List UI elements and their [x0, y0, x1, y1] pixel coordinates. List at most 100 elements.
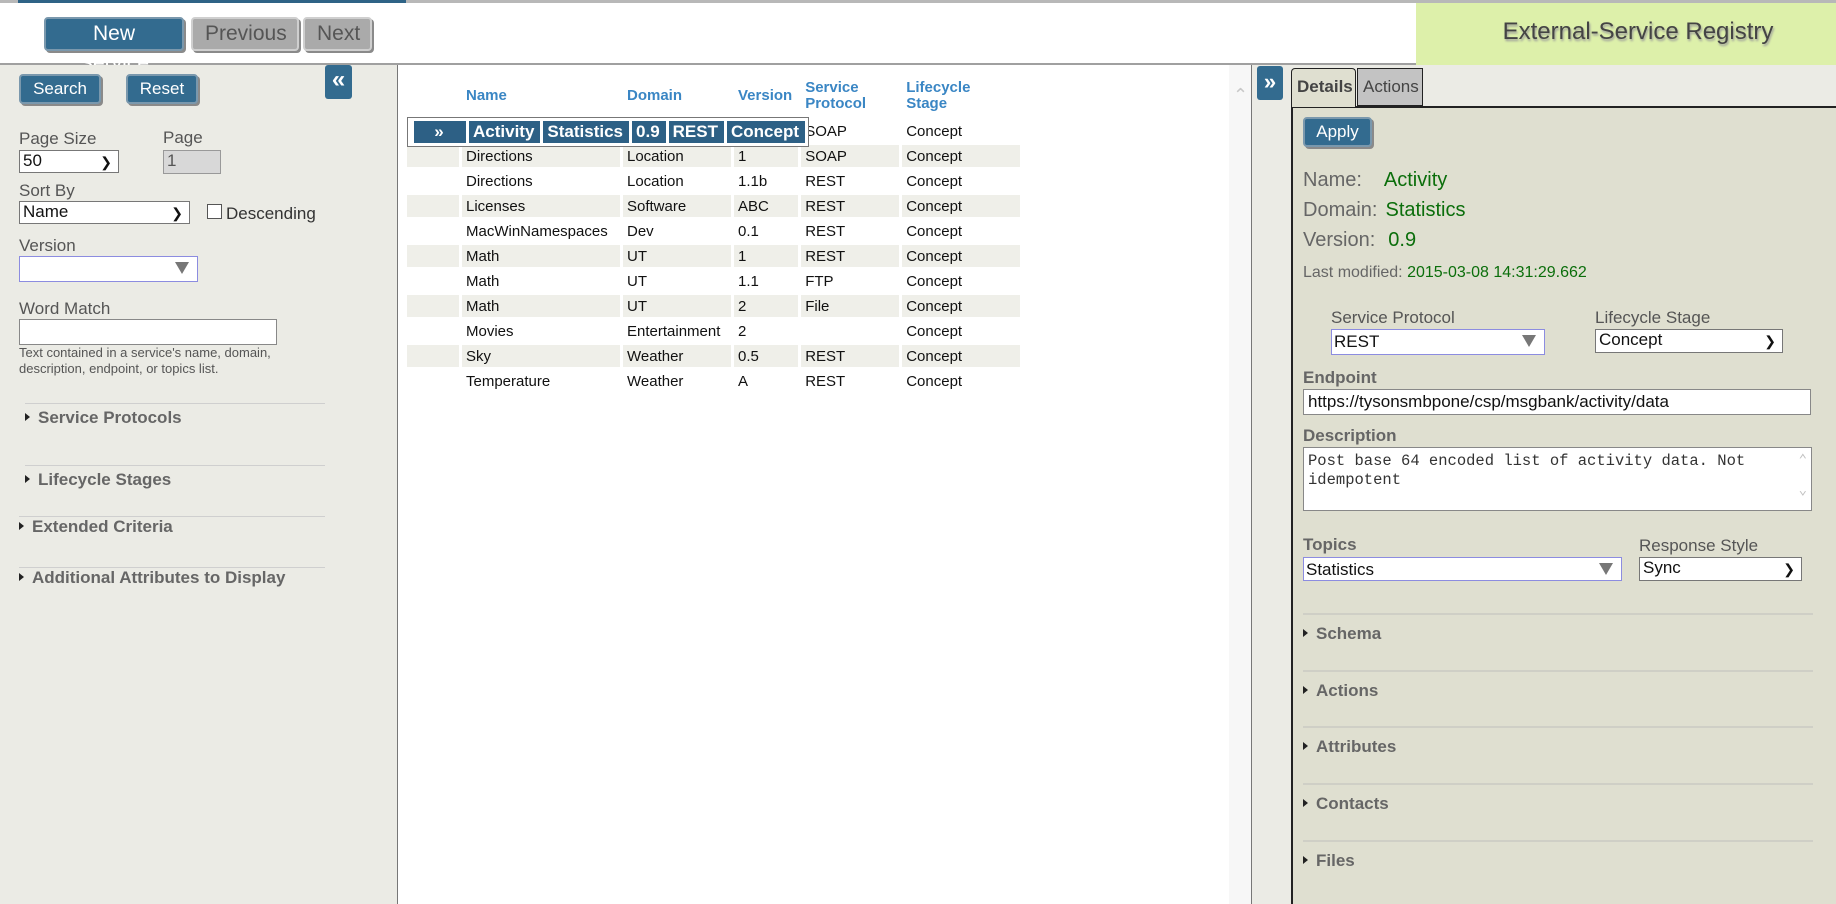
app-title-banner: External-Service Registry — [1416, 3, 1836, 65]
lifecycle-stages-toggle[interactable]: Lifecycle Stages — [25, 470, 171, 490]
additional-attributes-toggle[interactable]: Additional Attributes to Display — [19, 568, 285, 588]
files-section[interactable]: Files — [1303, 840, 1813, 870]
cell-protocol: REST — [668, 121, 724, 143]
cell-domain: UT — [623, 295, 731, 317]
files-toggle[interactable]: Files — [1303, 851, 1355, 871]
word-match-input[interactable] — [19, 319, 277, 345]
table-row[interactable]: Temperature Weather A REST Concept — [407, 370, 1020, 392]
collapse-filters-icon[interactable]: « — [325, 65, 352, 99]
table-row[interactable]: Sky Weather 0.5 REST Concept — [407, 345, 1021, 367]
table-row[interactable]: Directions Location 1 SOAP Concept — [407, 145, 1021, 167]
chevron-down-icon: ❯ — [1764, 333, 1776, 349]
lifecycle-stage-label: Lifecycle Stage — [1595, 308, 1711, 327]
page-size-value: 50 — [23, 151, 42, 170]
table-row[interactable]: Math UT 1 REST Concept — [407, 245, 1021, 267]
extended-criteria-section[interactable]: Extended Criteria — [19, 516, 325, 536]
expand-details-icon[interactable]: » — [1257, 66, 1283, 100]
caret-right-icon — [25, 474, 30, 483]
response-style-label: Response Style — [1639, 536, 1759, 555]
column-header-domain[interactable]: Domain — [623, 78, 731, 114]
column-header-lifecycle-stage[interactable]: Lifecycle Stage — [902, 78, 1020, 114]
version-combobox[interactable] — [19, 256, 198, 282]
pane-divider — [1251, 65, 1291, 904]
list-scrollbar[interactable]: ⌃ — [1229, 65, 1251, 904]
detail-domain: Domain: Statistics — [1303, 199, 1466, 222]
description-label: Description — [1303, 426, 1397, 445]
table-row[interactable]: MacWinNamespaces Dev 0.1 REST Concept — [407, 220, 1020, 242]
detail-name: Name: Activity — [1303, 169, 1447, 192]
cell-domain: Location — [623, 145, 731, 167]
page-size-select[interactable]: 50 ❯ — [19, 150, 119, 173]
table-header-row: Name Domain Version Service Protocol Lif… — [407, 78, 1020, 114]
cell-version: 1.1 — [738, 272, 759, 290]
new-service-button[interactable]: New Service — [44, 17, 184, 75]
last-modified-value: 2015-03-08 14:31:29.662 — [1407, 264, 1587, 281]
tab-details[interactable]: Details — [1291, 68, 1356, 107]
descending-checkbox[interactable] — [207, 204, 222, 219]
scroll-down-icon[interactable]: ⌄ — [1799, 482, 1807, 501]
topics-value: Statistics — [1306, 560, 1375, 579]
sort-by-select[interactable]: Name ❯ — [19, 201, 190, 224]
service-protocol-combobox[interactable]: REST — [1331, 329, 1545, 355]
attributes-toggle[interactable]: Attributes — [1303, 737, 1396, 757]
sort-by-value: Name — [23, 202, 69, 221]
table-row-selected[interactable]: » Activity Statistics 0.9 REST Concept — [407, 117, 809, 147]
actions-toggle[interactable]: Actions — [1303, 681, 1378, 701]
topics-label: Topics — [1303, 535, 1357, 554]
schema-toggle[interactable]: Schema — [1303, 624, 1381, 644]
scroll-up-icon[interactable]: ⌃ — [1233, 85, 1248, 106]
section-title: Files — [1316, 851, 1355, 870]
section-title: Additional Attributes to Display — [32, 568, 286, 587]
contacts-toggle[interactable]: Contacts — [1303, 794, 1389, 814]
schema-section[interactable]: Schema — [1303, 613, 1813, 643]
description-textarea[interactable]: Post base 64 encoded list of activity da… — [1303, 447, 1812, 511]
name-label: Name: — [1303, 169, 1362, 191]
cell-stage: Concept — [902, 345, 1021, 367]
extended-criteria-toggle[interactable]: Extended Criteria — [19, 517, 173, 537]
cell-name: Math — [462, 295, 620, 317]
section-title: Attributes — [1316, 737, 1397, 756]
dropdown-triangle-icon — [175, 262, 189, 274]
service-protocols-section[interactable]: Service Protocols — [25, 403, 325, 427]
scroll-up-icon[interactable]: ⌃ — [1799, 452, 1807, 471]
lifecycle-stage-select[interactable]: Concept ❯ — [1595, 329, 1783, 353]
response-style-select[interactable]: Sync ❯ — [1639, 557, 1802, 581]
version-label: Version: — [1303, 229, 1376, 251]
row-marker — [407, 370, 459, 392]
table-row[interactable]: Licenses Software ABC REST Concept — [407, 195, 1021, 217]
cell-domain: Location — [627, 172, 684, 190]
actions-section[interactable]: Actions — [1303, 670, 1813, 700]
tab-actions[interactable]: Actions — [1357, 68, 1423, 107]
table-row[interactable]: Directions Location 1.1b REST Concept — [407, 170, 1020, 192]
attributes-section[interactable]: Attributes — [1303, 726, 1813, 756]
cell-name: Math — [462, 245, 620, 267]
endpoint-value: https://tysonsmbpone/csp/msgbank/activit… — [1308, 392, 1669, 411]
service-protocols-toggle[interactable]: Service Protocols — [25, 408, 182, 428]
table-row[interactable]: Math UT 2 File Concept — [407, 295, 1021, 317]
table-row[interactable]: Movies Entertainment 2 Concept — [407, 320, 1020, 342]
lifecycle-stages-section[interactable]: Lifecycle Stages — [25, 465, 325, 489]
contacts-section[interactable]: Contacts — [1303, 783, 1813, 813]
section-title: Schema — [1316, 624, 1382, 643]
column-header-version[interactable]: Version — [734, 78, 798, 114]
cell-stage: Concept — [902, 145, 1021, 167]
chevron-down-icon: ❯ — [100, 154, 112, 170]
column-header-service-protocol[interactable]: Service Protocol — [801, 78, 899, 114]
apply-button[interactable]: Apply — [1303, 117, 1372, 147]
table-row[interactable]: Math UT 1.1 FTP Concept — [407, 270, 1020, 292]
row-marker — [407, 170, 459, 192]
previous-button[interactable]: Previous — [191, 17, 299, 51]
endpoint-input[interactable]: https://tysonsmbpone/csp/msgbank/activit… — [1303, 389, 1811, 415]
caret-right-icon — [19, 521, 24, 530]
additional-attributes-section[interactable]: Additional Attributes to Display — [19, 567, 325, 587]
search-button[interactable]: Search — [19, 74, 101, 104]
page-field[interactable]: 1 — [163, 150, 221, 174]
dropdown-triangle-icon — [1599, 563, 1613, 575]
cell-protocol: REST — [801, 345, 900, 367]
column-header-name[interactable]: Name — [462, 78, 620, 114]
topics-combobox[interactable]: Statistics — [1303, 557, 1622, 581]
cell-domain: Weather — [627, 372, 684, 390]
reset-button[interactable]: Reset — [126, 74, 198, 104]
cell-stage: Concept — [902, 195, 1021, 217]
next-button[interactable]: Next — [303, 17, 372, 51]
